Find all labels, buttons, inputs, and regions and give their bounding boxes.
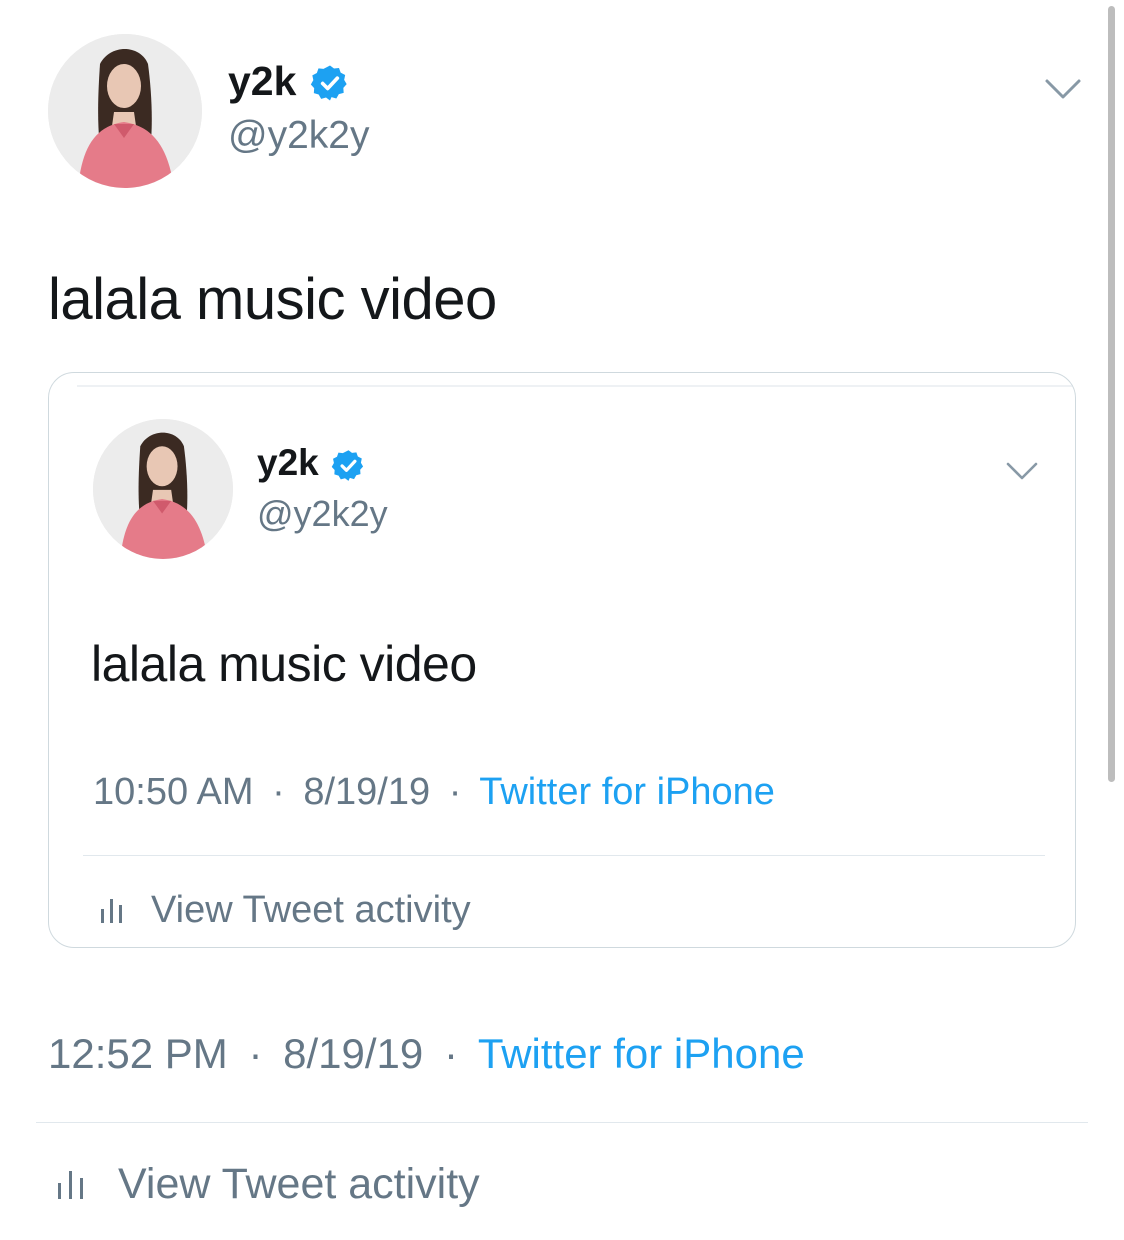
avatar-photo <box>48 34 202 188</box>
quoted-avatar[interactable] <box>93 419 233 559</box>
quoted-tweet-time: 10:50 AM <box>93 771 254 813</box>
activity-label[interactable]: View Tweet activity <box>118 1160 480 1209</box>
view-tweet-activity[interactable]: View Tweet activity <box>56 1156 480 1212</box>
quoted-view-tweet-activity[interactable]: View Tweet activity <box>99 885 471 935</box>
quoted-author-name[interactable]: y2k <box>257 442 319 484</box>
quoted-author-handle[interactable]: @y2k2y <box>257 493 388 535</box>
avatar[interactable] <box>48 34 202 188</box>
quoted-tweet-source-link[interactable]: Twitter for iPhone <box>479 771 775 813</box>
quoted-verified-badge-icon <box>331 448 366 483</box>
tweet-source-link[interactable]: Twitter for iPhone <box>478 1030 805 1077</box>
quoted-tweet-meta: 10:50 AM · 8/19/19 · Twitter for iPhone <box>93 771 775 814</box>
quoted-tweet-divider <box>83 855 1045 856</box>
scrollbar[interactable] <box>1108 6 1115 782</box>
tweet-divider <box>36 1122 1088 1123</box>
quoted-author-name-row[interactable]: y2k <box>257 441 366 485</box>
quoted-tweet-card[interactable]: y2k @y2k2y lalala music video 10:50 AM ·… <box>48 372 1076 948</box>
author-handle[interactable]: @y2k2y <box>228 114 369 158</box>
quoted-tweet-date: 8/19/19 <box>303 771 431 813</box>
author-name[interactable]: y2k <box>228 58 296 105</box>
tweet-time: 12:52 PM <box>48 1030 228 1077</box>
tweet-text: lalala music video <box>48 267 497 332</box>
chevron-down-icon[interactable] <box>1044 76 1082 102</box>
verified-badge-icon <box>310 63 350 103</box>
bar-chart-icon <box>56 1167 86 1201</box>
quoted-meta-separator: · <box>448 771 462 813</box>
tweet-date: 8/19/19 <box>283 1030 424 1077</box>
quoted-meta-separator: · <box>272 771 285 813</box>
meta-separator: · <box>443 1030 458 1077</box>
quoted-tweet-text: lalala music video <box>91 636 477 692</box>
author-name-row[interactable]: y2k <box>228 56 350 106</box>
quoted-activity-label[interactable]: View Tweet activity <box>151 889 471 932</box>
tweet-meta: 12:52 PM · 8/19/19 · Twitter for iPhone <box>48 1030 805 1078</box>
quoted-tweet-top-divider <box>77 385 1075 387</box>
quoted-bar-chart-icon <box>99 895 125 925</box>
quoted-avatar-photo <box>93 419 233 559</box>
quoted-chevron-down-icon[interactable] <box>1005 459 1039 483</box>
meta-separator: · <box>248 1030 263 1077</box>
